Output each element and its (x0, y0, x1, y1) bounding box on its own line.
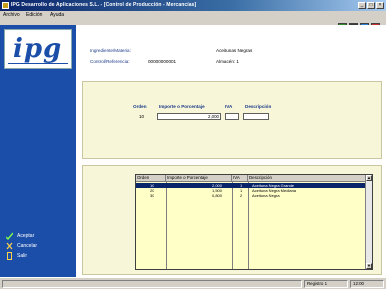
close-icon[interactable]: × (376, 2, 384, 9)
cell-orden: 30 (150, 193, 155, 198)
grid-header-descripcion[interactable]: Descripción (248, 175, 366, 182)
status-record: Registro 1 (304, 280, 348, 288)
maximize-icon[interactable]: □ (367, 2, 375, 9)
ingredient-value: Aceitunas Negras (216, 48, 253, 53)
reference-label: Control/Referencia: (90, 59, 130, 64)
cancel-button[interactable]: Cancelar (6, 241, 37, 250)
table-row[interactable]: 30 0,800 2 Aceituna Negra (136, 193, 366, 198)
accept-button[interactable]: Aceptar (5, 231, 35, 240)
sidebar: ipg Aceptar Cancelar Salir (0, 25, 76, 277)
logo-panel: ipg (4, 29, 72, 69)
grid-header-iva[interactable]: IVA (232, 175, 248, 182)
grid-scrollbar[interactable]: ▲ ▼ (365, 175, 372, 269)
warehouse-value: Almacén: 1 (216, 59, 239, 64)
scroll-down-icon[interactable]: ▼ (366, 263, 372, 269)
importe-field[interactable]: 2,000 (157, 113, 221, 120)
descripcion-field[interactable] (243, 113, 269, 120)
status-left (2, 280, 302, 288)
ingredient-label: Ingrediente/Materia: (90, 48, 131, 53)
cancel-icon (6, 242, 13, 250)
cancel-label: Cancelar (17, 242, 38, 249)
edit-form: Orden Importe o Porcentaje IVA Descripci… (82, 81, 382, 159)
list-panel: Orden Importe o Porcentaje IVA Descripci… (82, 165, 382, 275)
orden-value: 10 (139, 114, 145, 119)
menu-item-archivo[interactable]: Archivo (3, 12, 20, 18)
ipg-logo: ipg (13, 34, 63, 64)
title-bar: IPG Desarrollo de Aplicaciones S.L. - [C… (0, 0, 386, 11)
exit-label: Salir (17, 252, 28, 259)
cell-iva: 2 (240, 193, 243, 198)
iva-header: IVA (225, 104, 233, 109)
data-grid[interactable]: Orden Importe o Porcentaje IVA Descripci… (135, 174, 373, 270)
app-window: IPG Desarrollo de Aplicaciones S.L. - [C… (0, 0, 386, 289)
status-clock: 12:00 (350, 280, 384, 288)
menu-item-edicion[interactable]: Edición (26, 12, 42, 18)
descripcion-header: Descripción (245, 104, 272, 109)
iva-field[interactable] (225, 113, 239, 120)
orden-header: Orden (133, 104, 147, 109)
menu-bar: Archivo Edición Ayuda (0, 11, 386, 19)
importe-header: Importe o Porcentaje (159, 104, 205, 109)
accept-label: Aceptar (17, 232, 35, 239)
window-title: IPG Desarrollo de Aplicaciones S.L. - [C… (11, 2, 197, 8)
scroll-up-icon[interactable]: ▲ (366, 175, 372, 181)
exit-door-icon (6, 251, 13, 260)
exit-button[interactable]: Salir (6, 251, 27, 260)
cell-descripcion: Aceituna Negra (252, 193, 280, 198)
grid-header-importe[interactable]: Importe o Porcentaje (166, 175, 232, 182)
app-icon (2, 2, 9, 9)
menu-item-ayuda[interactable]: Ayuda (50, 12, 64, 18)
grid-header-orden[interactable]: Orden (136, 175, 166, 182)
main-panel: Ingrediente/Materia: Aceitunas Negras Co… (76, 25, 386, 277)
record-info: Ingrediente/Materia: Aceitunas Negras Co… (76, 35, 386, 69)
cell-importe: 0,800 (212, 193, 223, 198)
logo-underline (8, 63, 68, 64)
minimize-icon[interactable]: _ (358, 2, 366, 9)
status-bar: Registro 1 12:00 (0, 277, 386, 289)
reference-value: 00000000001 (148, 59, 177, 64)
check-icon (5, 232, 14, 240)
